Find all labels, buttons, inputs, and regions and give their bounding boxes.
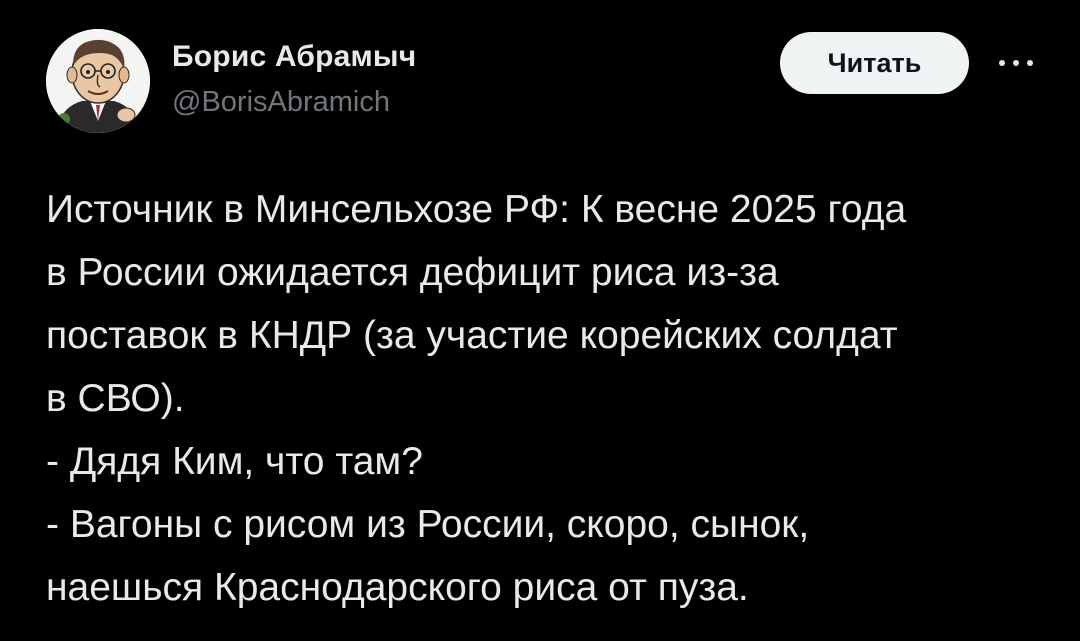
tweet-text-line: в СВО). [46,377,185,420]
more-horizontal-icon [999,60,1033,66]
author-avatar[interactable] [46,29,150,133]
author-handle[interactable]: @BorisAbramich [172,86,390,119]
tweet-card: Борис Абрамыч @BorisAbramich Читать Исто… [0,0,1080,641]
author-name[interactable]: Борис Абрамыч [172,40,416,74]
tweet-text-line: - Вагоны с рисом из России, скоро, сынок… [46,503,810,546]
tweet-text-line: - Дядя Ким, что там? [46,440,423,483]
tweet-text-line: в России ожидается дефицит риса из-за [46,251,779,294]
tweet-text-line: поставок в КНДР (за участие корейских со… [46,314,898,357]
tweet-text: Источник в Минсельхозе РФ: К весне 2025 … [46,178,1056,619]
tweet-text-line: Источник в Минсельхозе РФ: К весне 2025 … [46,188,907,231]
more-options-button[interactable] [990,48,1042,78]
tweet-text-line: наешься Краснодарского риса от пуза. [46,566,749,609]
follow-button[interactable]: Читать [780,32,969,94]
caricature-avatar-icon [46,29,150,133]
